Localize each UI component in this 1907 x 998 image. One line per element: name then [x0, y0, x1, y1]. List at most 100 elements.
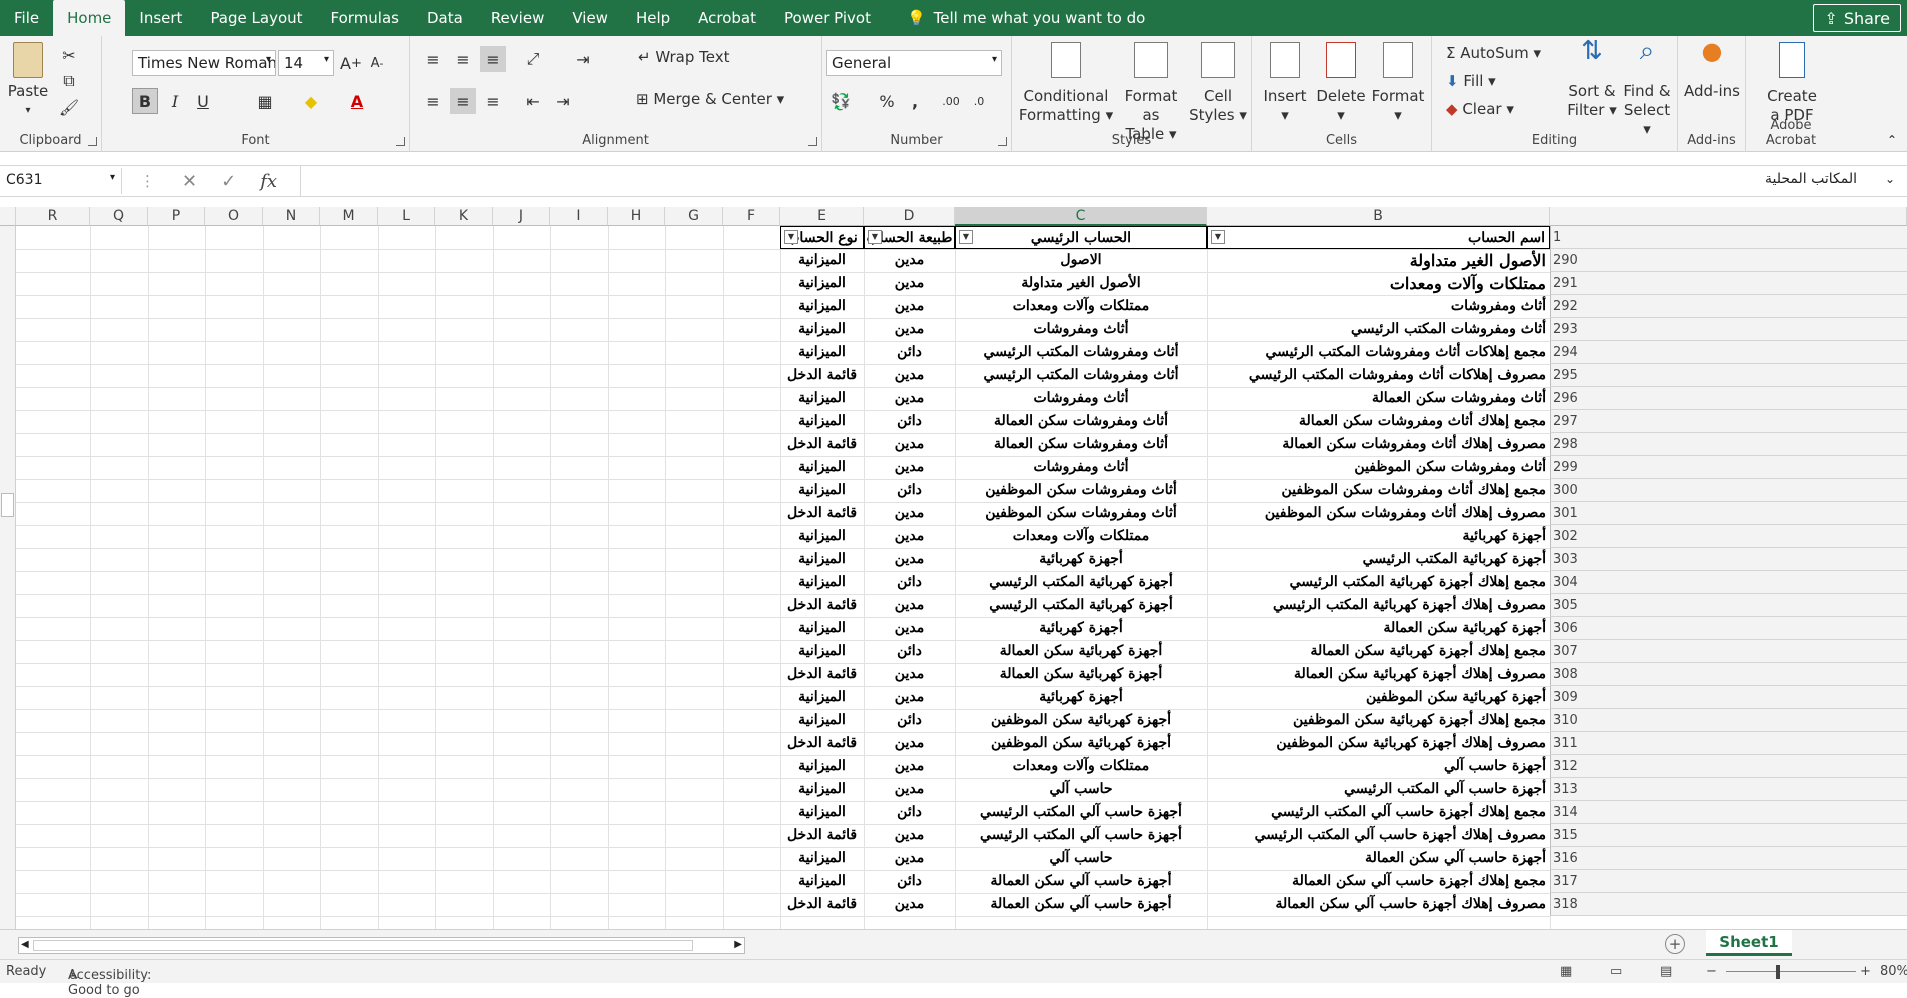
- format-painter-icon[interactable]: 🖌: [56, 94, 82, 120]
- bold-button[interactable]: B: [132, 88, 158, 114]
- cell-b[interactable]: مصروف إهلاك أجهزة حاسب آلي المكتب الرئيس…: [1207, 824, 1550, 847]
- cell-e[interactable]: الميزانية: [780, 479, 864, 502]
- comma-button[interactable]: ,: [902, 88, 928, 114]
- column-header-o[interactable]: O: [205, 207, 263, 226]
- tell-me-search[interactable]: 💡 Tell me what you want to do: [907, 9, 1145, 27]
- column-header-k[interactable]: K: [435, 207, 493, 226]
- cell-d[interactable]: مدين: [864, 249, 955, 272]
- page-layout-view-icon[interactable]: ▭: [1610, 964, 1622, 979]
- cell-c[interactable]: أجهزة كهربائية: [955, 548, 1207, 571]
- cell-b[interactable]: مجمع إهلاك أثاث ومفروشات سكن الموظفين: [1207, 479, 1550, 502]
- autosum-button[interactable]: Σ AutoSum ▾: [1446, 44, 1541, 63]
- cell-d[interactable]: مدين: [864, 548, 955, 571]
- cell-b[interactable]: مجمع إهلاك أثاث ومفروشات سكن العمالة: [1207, 410, 1550, 433]
- row-header[interactable]: 292: [1550, 295, 1907, 318]
- percent-button[interactable]: %: [874, 88, 900, 114]
- cell-b[interactable]: الأصول الغير متداولة: [1207, 249, 1550, 272]
- cell-d[interactable]: دائن: [864, 571, 955, 594]
- row-header[interactable]: 317: [1550, 870, 1907, 893]
- row-header[interactable]: 1: [1550, 226, 1907, 249]
- cell-b[interactable]: أجهزة حاسب آلي المكتب الرئيسي: [1207, 778, 1550, 801]
- cell-d[interactable]: مدين: [864, 433, 955, 456]
- cell-c[interactable]: أثاث ومفروشات سكن الموظفين: [955, 502, 1207, 525]
- cell-c[interactable]: أجهزة كهربائية المكتب الرئيسي: [955, 594, 1207, 617]
- collapse-ribbon-icon[interactable]: ⌃: [1887, 133, 1897, 147]
- cell-e[interactable]: قائمة الدخل: [780, 433, 864, 456]
- cell-d[interactable]: دائن: [864, 640, 955, 663]
- cell-e[interactable]: قائمة الدخل: [780, 893, 864, 916]
- cell-d[interactable]: مدين: [864, 617, 955, 640]
- cell-b[interactable]: مصروف إهلاك أثاث ومفروشات سكن العمالة: [1207, 433, 1550, 456]
- fill-color-icon[interactable]: ◆: [298, 88, 324, 114]
- align-middle-icon[interactable]: ≡: [450, 46, 476, 72]
- row-header[interactable]: 306: [1550, 617, 1907, 640]
- column-header-n[interactable]: N: [263, 207, 320, 226]
- cell-b[interactable]: أثاث ومفروشات سكن الموظفين: [1207, 456, 1550, 479]
- cell-b[interactable]: ممتلكات وآلات ومعدات: [1207, 272, 1550, 295]
- column-header-e[interactable]: E: [780, 207, 864, 226]
- cell-e[interactable]: الميزانية: [780, 801, 864, 824]
- cell-d[interactable]: مدين: [864, 663, 955, 686]
- menu-tab-home[interactable]: Home: [53, 0, 126, 36]
- cell-c[interactable]: أجهزة كهربائية: [955, 686, 1207, 709]
- cell-e[interactable]: الميزانية: [780, 686, 864, 709]
- column-header-p[interactable]: P: [148, 207, 205, 226]
- cell-e[interactable]: الميزانية: [780, 847, 864, 870]
- row-header[interactable]: 313: [1550, 778, 1907, 801]
- cell-d[interactable]: مدين: [864, 387, 955, 410]
- zoom-slider[interactable]: [1726, 971, 1856, 972]
- align-top-icon[interactable]: ≡: [420, 46, 446, 72]
- row-header[interactable]: 291: [1550, 272, 1907, 295]
- cell-d[interactable]: دائن: [864, 709, 955, 732]
- row-header[interactable]: 311: [1550, 732, 1907, 755]
- cell-e[interactable]: الميزانية: [780, 456, 864, 479]
- zoom-level[interactable]: 80%: [1880, 964, 1907, 979]
- insert-function-button[interactable]: fx: [260, 171, 277, 192]
- create-pdf-button[interactable]: Create a PDF: [1752, 42, 1832, 125]
- cell-d[interactable]: مدين: [864, 456, 955, 479]
- cell-d[interactable]: مدين: [864, 272, 955, 295]
- clipboard-launcher[interactable]: [88, 137, 97, 146]
- cell-b[interactable]: أجهزة حاسب آلي: [1207, 755, 1550, 778]
- cell-d[interactable]: دائن: [864, 801, 955, 824]
- clear-button[interactable]: ◆ Clear ▾: [1446, 100, 1514, 119]
- cell-b[interactable]: أثاث ومفروشات المكتب الرئيسي: [1207, 318, 1550, 341]
- menu-tab-help[interactable]: Help: [622, 0, 684, 36]
- cell-c[interactable]: حاسب آلي: [955, 847, 1207, 870]
- filter-dropdown-icon[interactable]: ▼: [1211, 230, 1225, 244]
- align-bottom-icon[interactable]: ≡: [480, 46, 506, 72]
- cell-d[interactable]: مدين: [864, 847, 955, 870]
- row-header[interactable]: 297: [1550, 410, 1907, 433]
- menu-tab-formulas[interactable]: Formulas: [317, 0, 413, 36]
- delete-cells-button[interactable]: Delete ▾: [1314, 42, 1368, 125]
- row-header[interactable]: 312: [1550, 755, 1907, 778]
- cell-d[interactable]: مدين: [864, 824, 955, 847]
- filter-dropdown-icon[interactable]: ▼: [868, 230, 882, 244]
- formula-input[interactable]: المكاتب المحلية: [1765, 171, 1857, 187]
- page-break-view-icon[interactable]: ▤: [1660, 964, 1672, 979]
- cell-b[interactable]: مصروف إهلاك أجهزة كهربائية سكن العمالة: [1207, 663, 1550, 686]
- row-header[interactable]: 293: [1550, 318, 1907, 341]
- cell-c[interactable]: أثاث ومفروشات سكن العمالة: [955, 410, 1207, 433]
- row-header[interactable]: 294: [1550, 341, 1907, 364]
- cell-b[interactable]: مجمع إهلاكات أثاث ومفروشات المكتب الرئيس…: [1207, 341, 1550, 364]
- cell-e[interactable]: الميزانية: [780, 640, 864, 663]
- cell-d[interactable]: مدين: [864, 502, 955, 525]
- row-header[interactable]: 314: [1550, 801, 1907, 824]
- font-name-select[interactable]: Times New Roman ▾: [132, 50, 276, 76]
- vertical-scrollbar[interactable]: [0, 226, 16, 929]
- cell-c[interactable]: أجهزة كهربائية المكتب الرئيسي: [955, 571, 1207, 594]
- column-header-r[interactable]: R: [16, 207, 90, 226]
- format-as-table-button[interactable]: Format as Table ▾: [1116, 42, 1186, 144]
- row-header[interactable]: 300: [1550, 479, 1907, 502]
- menu-tab-page-layout[interactable]: Page Layout: [196, 0, 316, 36]
- sort-filter-button[interactable]: ⇅ Sort & Filter ▾: [1566, 38, 1618, 120]
- cell-d[interactable]: مدين: [864, 778, 955, 801]
- cell-e[interactable]: الميزانية: [780, 548, 864, 571]
- worksheet[interactable]: RQPONMLKJIHGFEDCB اسم الحساب ▼ الحساب الرئ…: [0, 207, 1907, 929]
- menu-tab-acrobat[interactable]: Acrobat: [684, 0, 770, 36]
- cell-c[interactable]: حاسب آلي: [955, 778, 1207, 801]
- cell-b[interactable]: مجمع إهلاك أجهزة كهربائية سكن الموظفين: [1207, 709, 1550, 732]
- insert-cells-button[interactable]: Insert ▾: [1260, 42, 1310, 125]
- cell-b[interactable]: مجمع إهلاك أجهزة كهربائية سكن العمالة: [1207, 640, 1550, 663]
